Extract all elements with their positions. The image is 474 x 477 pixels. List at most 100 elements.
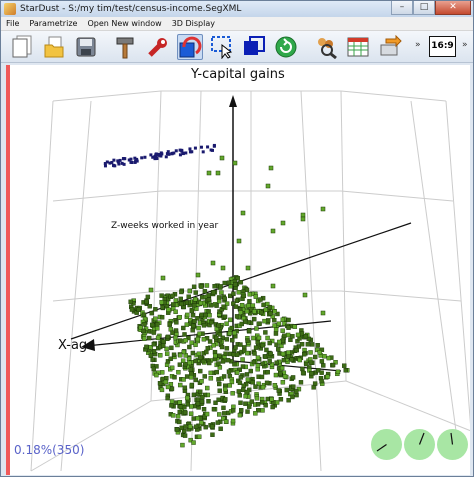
data-point	[182, 385, 188, 390]
data-point	[129, 160, 133, 164]
data-point	[273, 327, 279, 332]
data-point	[232, 282, 238, 287]
data-point	[219, 155, 225, 161]
data-point	[294, 392, 299, 398]
menu-file[interactable]: File	[1, 19, 24, 28]
people-search-button[interactable]	[313, 34, 339, 60]
data-point	[302, 352, 307, 357]
data-point	[222, 386, 228, 392]
select-pointer-button[interactable]	[209, 34, 235, 60]
maximize-button[interactable]: □	[413, 1, 435, 15]
data-point	[308, 360, 314, 365]
data-point	[147, 335, 152, 341]
data-point	[289, 357, 294, 362]
data-point	[260, 408, 265, 413]
data-point	[229, 325, 234, 331]
rotation-gauge-x[interactable]	[371, 429, 402, 460]
save-button[interactable]	[73, 34, 99, 60]
data-point	[218, 284, 223, 289]
data-point	[294, 389, 299, 394]
data-point	[199, 399, 205, 404]
data-point	[215, 170, 221, 176]
data-point	[196, 351, 202, 356]
close-button[interactable]: ✕	[435, 1, 471, 15]
rotate-tool-icon	[179, 36, 202, 58]
menu-open-new-window[interactable]: Open New window	[82, 19, 166, 28]
data-point	[216, 397, 221, 403]
refresh-button[interactable]	[273, 34, 299, 60]
data-point	[236, 389, 242, 394]
data-point	[201, 337, 207, 342]
selection-status: 0.18%(350)	[14, 443, 85, 457]
data-point	[217, 388, 222, 393]
export-button[interactable]	[377, 34, 403, 60]
3d-scatter-plot[interactable]	[6, 65, 470, 475]
application-window: StarDust - S:/my tim/test/census-income.…	[0, 0, 474, 477]
data-point	[270, 228, 276, 234]
data-point	[232, 362, 237, 367]
rotate-tool-button[interactable]	[177, 34, 203, 60]
data-point	[299, 331, 305, 336]
data-point	[148, 287, 154, 293]
data-point	[238, 400, 243, 405]
data-point	[224, 321, 229, 326]
title-bar[interactable]: StarDust - S:/my tim/test/census-income.…	[1, 1, 473, 17]
data-point	[159, 293, 164, 298]
data-point	[205, 346, 210, 351]
data-point	[272, 309, 277, 314]
zoom-region-button[interactable]	[241, 34, 267, 60]
data-point	[238, 280, 244, 285]
selection-indicator-bar	[6, 65, 10, 475]
hammer-icon	[116, 37, 134, 59]
wrench-tool-button[interactable]	[145, 34, 171, 60]
data-point	[280, 317, 286, 322]
data-point	[252, 309, 257, 314]
data-point	[193, 146, 197, 150]
data-point	[232, 330, 237, 336]
aspect-ratio-button[interactable]: 16:9	[429, 36, 456, 57]
menu-3d-display[interactable]: 3D Display	[167, 19, 220, 28]
data-point	[223, 351, 228, 356]
table-view-button[interactable]	[345, 34, 371, 60]
data-point	[217, 353, 222, 358]
menu-parametrize[interactable]: Parametrize	[24, 19, 82, 28]
data-point	[286, 350, 291, 355]
data-point	[209, 424, 215, 429]
export-arrow-icon	[380, 35, 402, 56]
data-point	[190, 350, 196, 356]
data-point	[303, 361, 309, 367]
data-point	[223, 419, 229, 424]
data-point	[265, 183, 271, 189]
grid-line	[340, 90, 347, 382]
data-point	[319, 370, 324, 375]
data-point	[183, 424, 188, 429]
hammer-tool-button[interactable]	[113, 34, 139, 60]
data-point	[197, 331, 202, 336]
data-point	[164, 351, 170, 356]
data-point	[118, 158, 122, 162]
grid-line	[30, 100, 54, 472]
data-point	[164, 155, 168, 159]
data-point	[241, 293, 247, 299]
toolbar-overflow-chevron[interactable]: »	[415, 40, 421, 50]
rotation-gauge-y[interactable]	[404, 429, 435, 460]
app-icon	[4, 3, 16, 15]
3d-viewport[interactable]	[6, 65, 470, 475]
data-point	[240, 364, 246, 369]
data-point	[140, 156, 144, 160]
data-point	[120, 161, 124, 165]
toolbar-overflow-chevron-right[interactable]: »	[462, 40, 468, 50]
new-document-button[interactable]	[9, 34, 35, 60]
rotation-gauge-z[interactable]	[437, 429, 468, 460]
open-folder-button[interactable]	[41, 34, 67, 60]
minimize-button[interactable]: –	[391, 1, 413, 15]
data-point	[191, 284, 197, 290]
grid-line	[345, 380, 470, 432]
data-point	[245, 265, 251, 271]
data-point	[155, 335, 161, 341]
data-point	[233, 304, 239, 309]
data-point	[218, 426, 223, 432]
data-point	[264, 347, 269, 353]
data-point	[234, 352, 240, 357]
data-point	[253, 345, 259, 350]
